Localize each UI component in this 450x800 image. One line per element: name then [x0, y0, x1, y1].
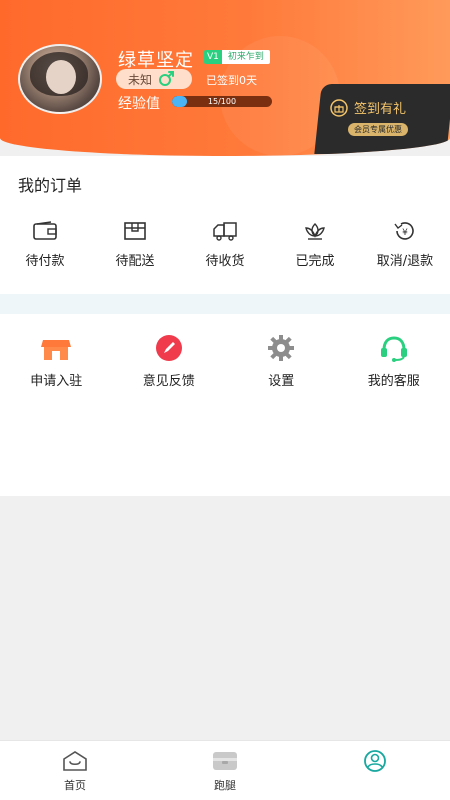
feedback-icon: [155, 335, 182, 361]
nav-profile[interactable]: [300, 741, 450, 800]
tools-row: 申请入驻 意见反馈 设置 我的客服: [0, 334, 450, 389]
male-icon: [159, 71, 175, 86]
gift-icon: [330, 98, 348, 117]
tool-label: 申请入驻: [30, 374, 83, 389]
tool-customer-service[interactable]: 我的客服: [338, 334, 450, 389]
order-completed[interactable]: 已完成: [270, 220, 360, 269]
package-icon: [124, 222, 146, 240]
tool-label: 意见反馈: [142, 374, 195, 389]
gender-pill: 未知: [116, 69, 192, 89]
truck-icon: [213, 222, 237, 241]
order-label: 待收货: [205, 254, 245, 269]
nav-errand[interactable]: 跑腿: [150, 741, 300, 800]
order-label: 待付款: [25, 254, 65, 269]
exp-label: 经验值: [118, 96, 160, 112]
gear-icon: [268, 335, 295, 361]
tool-label: 设置: [268, 374, 295, 389]
checkin-subtitle: 会员专属优惠: [348, 123, 408, 136]
home-icon: [63, 751, 87, 771]
nav-home[interactable]: 首页: [0, 741, 150, 800]
wallet-icon: [33, 221, 57, 240]
lotus-icon: [305, 223, 325, 240]
order-label: 待配送: [115, 254, 155, 269]
tools-section: 申请入驻 意见反馈 设置 我的客服: [0, 314, 450, 496]
exp-progress-text: 15/100: [207, 97, 237, 106]
tool-settings[interactable]: 设置: [225, 334, 338, 389]
order-label: 取消/退款: [376, 254, 434, 269]
errand-icon: [213, 752, 237, 770]
signin-days: 已签到0天: [206, 74, 257, 87]
bottom-nav: 首页 跑腿: [0, 740, 450, 800]
nav-label: 首页: [64, 779, 86, 792]
order-pending-delivery[interactable]: 待配送: [90, 220, 180, 269]
tool-label: 我的客服: [367, 374, 420, 389]
order-pending-receipt[interactable]: 待收货: [180, 220, 270, 269]
orders-title: 我的订单: [18, 176, 83, 195]
shop-icon: [41, 340, 72, 360]
vip-badge: V1 初来乍到: [204, 50, 270, 64]
checkin-title: 签到有礼: [354, 102, 407, 117]
avatar[interactable]: [18, 44, 102, 114]
gender-label: 未知: [128, 72, 153, 87]
avatar-face: [46, 60, 76, 94]
vip-title: 初来乍到: [221, 50, 270, 64]
section-divider: [0, 294, 450, 314]
order-refund[interactable]: ¥ 取消/退款: [360, 220, 450, 269]
profile-icon: [364, 750, 386, 772]
vip-level: V1: [204, 50, 222, 64]
tool-apply-join[interactable]: 申请入驻: [0, 334, 113, 389]
order-pending-payment[interactable]: 待付款: [0, 220, 90, 269]
refund-icon: ¥: [394, 222, 414, 240]
tool-feedback[interactable]: 意见反馈: [113, 334, 226, 389]
svg-text:¥: ¥: [402, 228, 408, 238]
exp-progress-bar: 15/100: [172, 96, 272, 107]
headset-icon: [380, 336, 407, 362]
profile-header: 绿草坚定 V1 初来乍到 未知 已签到0天 经验值 15/100 签到有礼 会员…: [0, 0, 450, 156]
orders-section: 我的订单 待付款 待配送 待收货 已完成 ¥ 取消/退款: [0, 156, 450, 294]
nav-label: 跑腿: [214, 779, 236, 792]
order-label: 已完成: [295, 254, 335, 269]
checkin-content[interactable]: 签到有礼 会员专属优惠: [330, 98, 440, 136]
orders-row: 待付款 待配送 待收货 已完成 ¥ 取消/退款: [0, 220, 450, 269]
